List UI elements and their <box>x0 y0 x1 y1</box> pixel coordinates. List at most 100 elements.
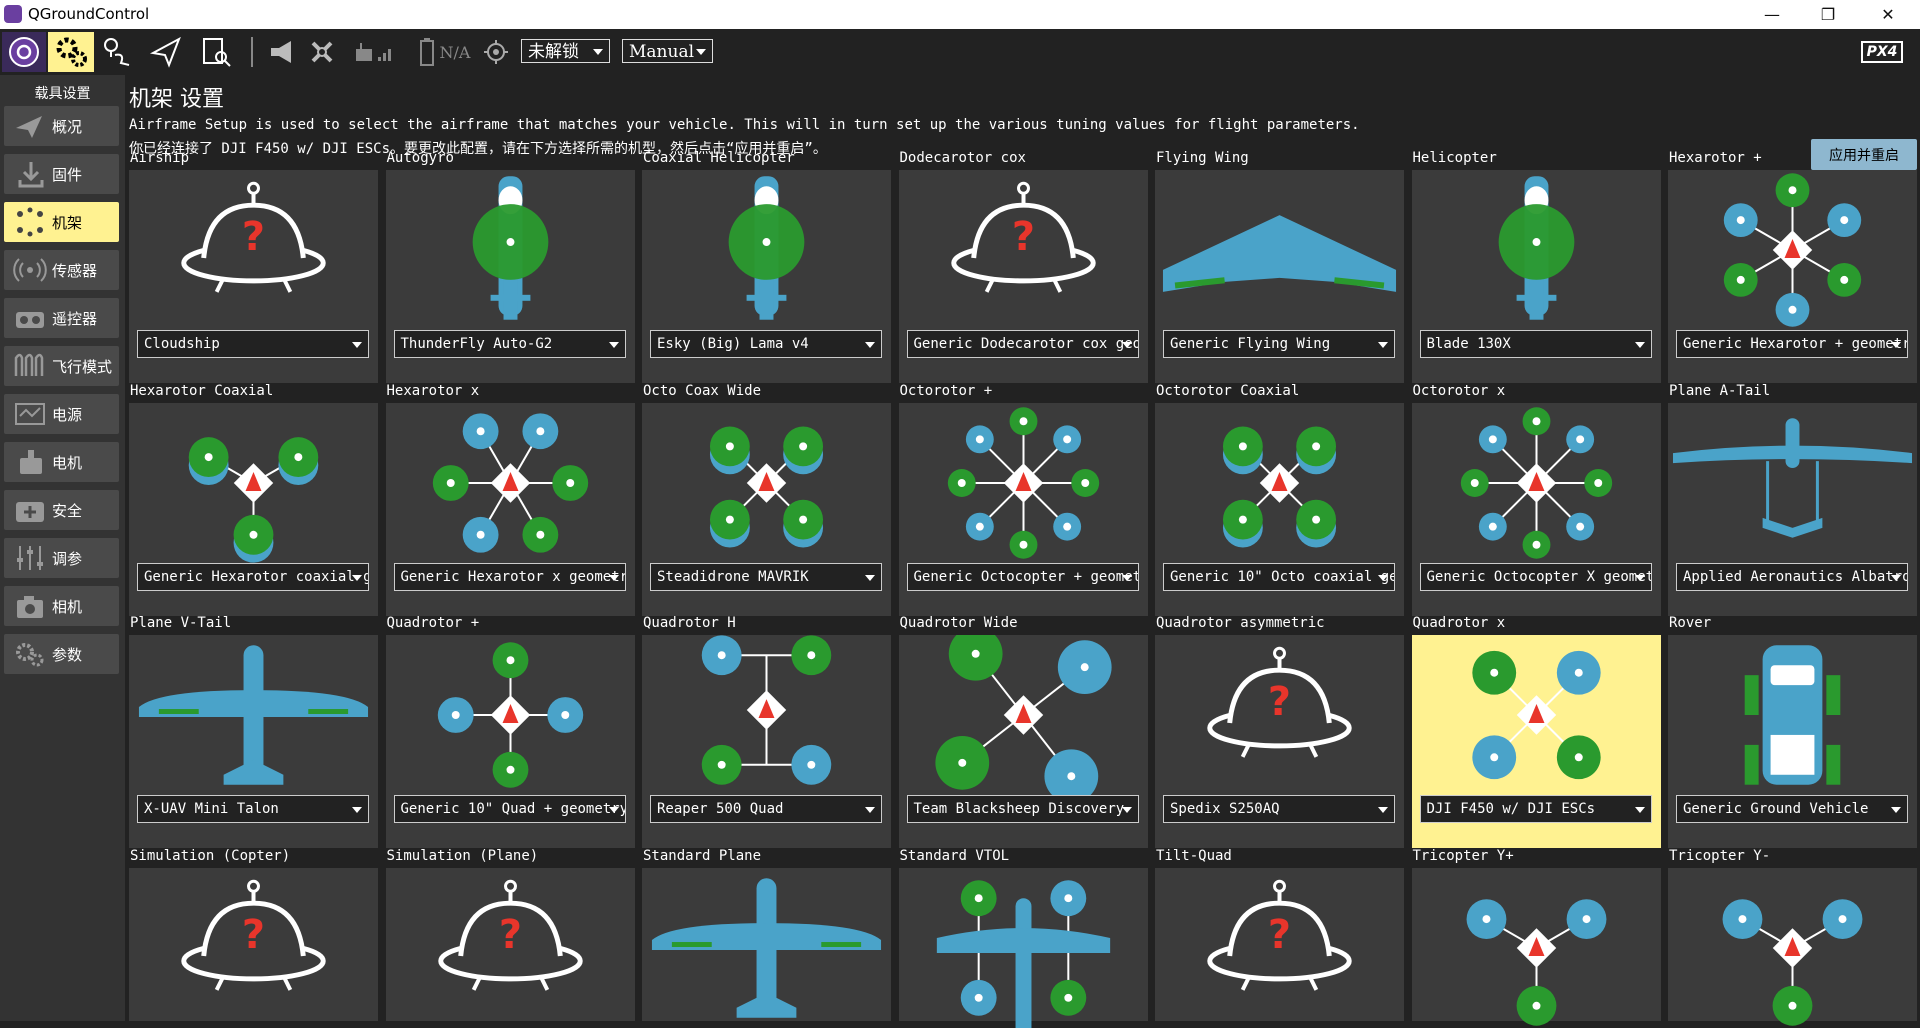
airframe-model-dropdown[interactable]: Blade 130X <box>1419 330 1652 358</box>
airframe-model-dropdown[interactable]: Generic Hexarotor coaxial geometry <box>137 562 369 591</box>
restore-icon[interactable]: ❐ <box>1800 0 1856 29</box>
flight-mode-dropdown[interactable]: Manual <box>622 39 713 63</box>
airframe-model-dropdown[interactable]: Team Blacksheep Discovery <box>906 795 1139 823</box>
airframe-image-box[interactable]: Generic Octocopter X geometry <box>1411 402 1661 616</box>
sidebar-item-plane[interactable]: 概况 <box>4 106 119 146</box>
close-icon[interactable]: ✕ <box>1860 0 1916 29</box>
airframe-image-box[interactable]: ? Spedix S250AQ <box>1155 635 1404 848</box>
plan-view-icon[interactable] <box>98 32 138 72</box>
sidebar-header: 载具设置 <box>34 86 91 102</box>
airframe-image-box[interactable] <box>1668 867 1917 1026</box>
airframe-setup-page: 机架 设置 Airframe Setup is used to select t… <box>128 75 1920 1028</box>
airframe-image-box[interactable]: ThunderFly Auto-G2 <box>385 170 635 383</box>
airframe-model-dropdown[interactable]: Generic Octocopter X geometry <box>1419 562 1652 591</box>
airframe-model-dropdown[interactable]: Generic 10" Quad + geometry <box>393 795 626 823</box>
sidebar-item-parameters[interactable]: 参数 <box>4 634 119 674</box>
airframe-model-dropdown[interactable]: Generic 10" Octo coaxial geometry <box>1163 562 1395 591</box>
airframe-group-label: Hexarotor + <box>1669 150 1762 166</box>
svg-text:?: ? <box>1268 679 1291 725</box>
sidebar-item-airframe[interactable]: 机架 <box>4 202 119 242</box>
airframe-group-label: Octorotor Coaxial <box>1156 382 1300 399</box>
svg-text:?: ? <box>1268 912 1291 958</box>
radio-icon <box>10 303 50 333</box>
airframe-model-dropdown[interactable]: Generic Octocopter + geometry <box>906 562 1139 591</box>
airframe-image-box[interactable]: Generic 10" Quad + geometry <box>385 635 635 848</box>
sidebar-item-download[interactable]: 固件 <box>4 154 119 194</box>
fly-view-icon[interactable] <box>146 32 186 72</box>
qgc-logo-button[interactable] <box>2 32 46 72</box>
airframe-group-label: Tilt-Quad <box>1156 847 1232 864</box>
airframe-image-box[interactable]: Team Blacksheep Discovery <box>898 635 1148 848</box>
airframe-image-box[interactable]: ? Generic Dodecarotor cox geometry <box>898 170 1148 383</box>
sidebar-item-power[interactable]: 电源 <box>4 394 119 434</box>
sidebar-item-tuning[interactable]: 调参 <box>4 538 119 578</box>
airframe-model-dropdown[interactable]: Steadidrone MAVRIK <box>650 562 882 591</box>
airframe-model-dropdown[interactable]: ThunderFly Auto-G2 <box>393 330 626 358</box>
analyze-icon[interactable] <box>196 32 236 72</box>
sidebar-item-label: 参数 <box>52 645 83 664</box>
airframe-image-box[interactable]: Generic Hexarotor x geometry <box>385 402 635 616</box>
airframe-image-box[interactable]: Generic Octocopter + geometry <box>898 402 1148 616</box>
airframe-image-box[interactable]: Blade 130X <box>1411 170 1661 383</box>
minimize-icon[interactable]: — <box>1744 0 1800 29</box>
sidebar-item-label: 电源 <box>52 405 83 424</box>
airframe-group-label: Helicopter <box>1412 150 1497 166</box>
vehicle-setup-gears-icon[interactable] <box>48 32 94 72</box>
airframe-image-box[interactable]: Reaper 500 Quad <box>642 635 891 848</box>
airframe-image-box[interactable]: ? <box>1155 867 1404 1021</box>
airframe-group-label: Octorotor + <box>899 382 993 399</box>
messages-megaphone-icon[interactable] <box>264 32 300 72</box>
airframe-group-label: Hexarotor Coaxial <box>130 382 274 399</box>
gps-satellite-icon[interactable] <box>304 32 340 72</box>
airframe-model-dropdown[interactable]: Cloudship <box>137 330 369 358</box>
sidebar-item-motor[interactable]: 电机 <box>4 442 119 482</box>
sidebar-item-sensors[interactable]: 传感器 <box>4 250 119 290</box>
battery-status[interactable]: N/A <box>414 32 474 72</box>
sidebar-item-camera[interactable]: 相机 <box>4 586 119 626</box>
airframe-group-label: Flying Wing <box>1156 150 1249 166</box>
rc-rssi-icon[interactable] <box>350 32 398 72</box>
airframe-image-box[interactable] <box>898 867 1148 1028</box>
airframe-image-box[interactable]: ? <box>129 867 378 1021</box>
sidebar-item-label: 飞行模式 <box>52 357 113 376</box>
sidebar-item-radio[interactable]: 遥控器 <box>4 298 119 338</box>
airframe-model-dropdown[interactable]: Generic Hexarotor x geometry <box>393 562 626 591</box>
airframe-model-dropdown[interactable]: Generic Ground Vehicle <box>1676 795 1908 823</box>
airframe-image-box[interactable]: ? Cloudship <box>129 170 378 383</box>
airframe-image-box[interactable]: Generic 10" Octo coaxial geometry <box>1155 402 1404 616</box>
airframe-image-box[interactable]: Steadidrone MAVRIK <box>642 402 891 616</box>
svg-text:?: ? <box>1011 214 1034 260</box>
airframe-model-dropdown[interactable]: Reaper 500 Quad <box>650 795 882 823</box>
airframe-image-box[interactable]: X-UAV Mini Talon <box>129 635 378 848</box>
gps-crosshair-icon[interactable] <box>480 32 512 72</box>
airframe-image-box[interactable]: Generic Hexarotor + geometry <box>1668 170 1917 383</box>
sensors-icon <box>10 255 50 285</box>
airframe-model-dropdown[interactable]: Spedix S250AQ <box>1163 795 1395 823</box>
airframe-model-dropdown[interactable]: Esky (Big) Lama v4 <box>650 330 882 358</box>
airframe-image-box[interactable]: ? <box>385 867 635 1021</box>
airframe-image-box[interactable]: Applied Aeronautics Albatross <box>1668 402 1917 616</box>
airframe-image-box[interactable]: Generic Ground Vehicle <box>1668 635 1917 848</box>
airframe-image-box[interactable]: Generic Flying Wing <box>1155 170 1404 383</box>
airframe-model-dropdown[interactable]: Generic Flying Wing <box>1163 330 1395 358</box>
safety-icon <box>10 495 50 525</box>
arm-state-dropdown[interactable]: 未解锁 <box>521 39 610 63</box>
airframe-model-dropdown[interactable]: X-UAV Mini Talon <box>137 795 369 823</box>
sidebar-item-safety[interactable]: 安全 <box>4 490 119 530</box>
apply-and-restart-button[interactable]: 应用并重启 <box>1811 139 1917 170</box>
airframe-model-dropdown[interactable]: Applied Aeronautics Albatross <box>1676 562 1908 591</box>
airframe-model-dropdown[interactable]: DJI F450 w/ DJI ESCs <box>1419 795 1652 823</box>
sidebar-item-flight-modes[interactable]: 飞行模式 <box>4 346 119 386</box>
airframe-image-box[interactable] <box>642 867 891 1021</box>
airframe-image-box[interactable]: DJI F450 w/ DJI ESCs <box>1411 635 1661 848</box>
airframe-model-dropdown[interactable]: Generic Hexarotor + geometry <box>1676 330 1908 358</box>
airframe-group-label: Tricopter Y- <box>1669 847 1771 864</box>
airframe-group-label: Standard Plane <box>643 847 762 864</box>
airframe-image-box[interactable]: Generic Hexarotor coaxial geometry <box>129 402 378 616</box>
airframe-group-label: Quadrotor + <box>386 615 480 631</box>
airframe-model-dropdown[interactable]: Generic Dodecarotor cox geometry <box>906 330 1139 358</box>
airframe-group-label: Quadrotor H <box>643 615 736 631</box>
plane-icon <box>10 111 50 141</box>
airframe-image-box[interactable] <box>1411 867 1661 1026</box>
airframe-image-box[interactable]: Esky (Big) Lama v4 <box>642 170 891 383</box>
